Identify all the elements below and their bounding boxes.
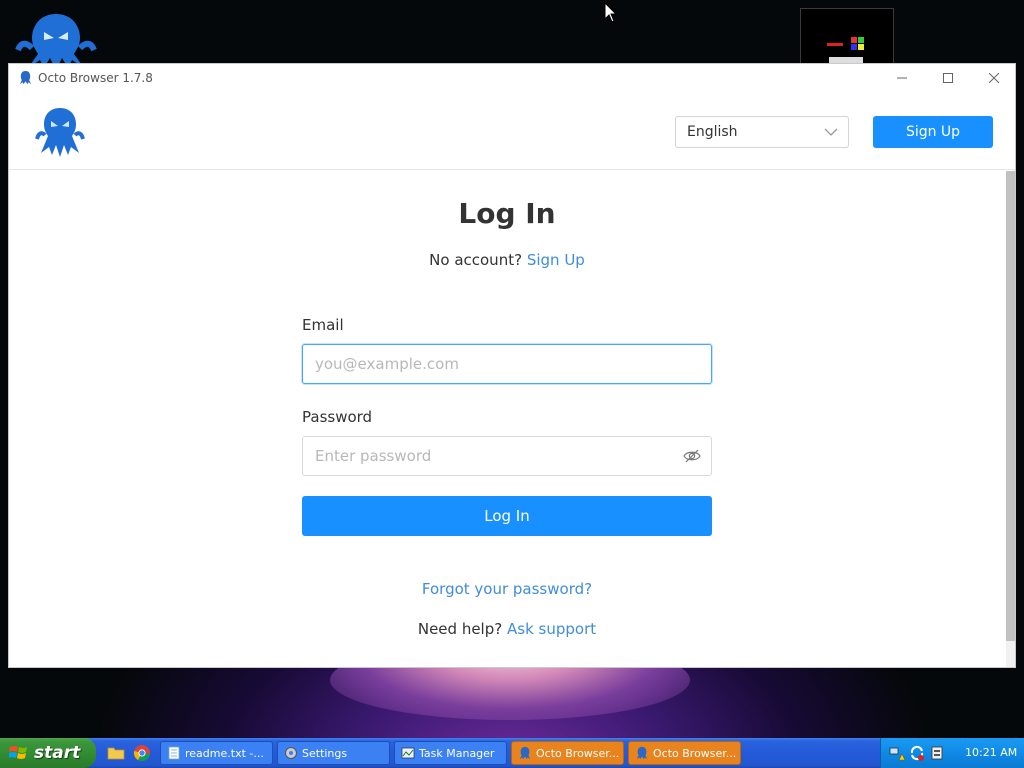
octo-icon <box>636 746 648 760</box>
update-icon[interactable] <box>909 745 925 761</box>
need-help-line: Need help? Ask support <box>9 620 1005 638</box>
sign-up-link[interactable]: Sign Up <box>527 251 585 269</box>
octo-app-icon <box>19 70 32 85</box>
language-select[interactable]: English <box>675 116 849 148</box>
mouse-cursor-icon <box>604 2 618 23</box>
email-label: Email <box>302 316 344 334</box>
network-warning-icon[interactable] <box>889 745 905 761</box>
no-account-line: No account? Sign Up <box>9 251 1005 269</box>
start-button[interactable]: start <box>0 738 96 768</box>
taskbar-item-task-manager[interactable]: Task Manager <box>394 741 507 765</box>
chrome-icon[interactable] <box>133 744 151 762</box>
header-sign-up-button[interactable]: Sign Up <box>873 116 993 148</box>
taskbar-item-label: Octo Browser... <box>536 746 620 760</box>
taskbar-item-label: Task Manager <box>419 746 495 760</box>
octo-icon <box>519 746 531 760</box>
password-field[interactable] <box>302 436 712 476</box>
folder-icon[interactable] <box>107 744 125 762</box>
clock: 10:21 AM <box>965 746 1018 759</box>
gear-icon <box>285 747 297 759</box>
task-manager-icon <box>401 747 415 759</box>
octo-logo-icon <box>35 108 85 157</box>
scrollbar-thumb[interactable] <box>1006 171 1015 641</box>
language-select-value: English <box>687 124 738 140</box>
taskbar-item-octo-browser-1[interactable]: Octo Browser... <box>511 741 624 765</box>
maximize-button[interactable] <box>925 64 971 92</box>
taskbar-item-octo-browser-2[interactable]: Octo Browser... <box>628 741 741 765</box>
start-label: start <box>34 743 81 763</box>
close-button[interactable] <box>971 64 1017 92</box>
password-label: Password <box>302 408 373 426</box>
minimize-button[interactable] <box>879 64 925 92</box>
app-window: Octo Browser 1.7.8 English Sign Up Log I… <box>8 63 1016 668</box>
log-in-button[interactable]: Log In <box>302 496 712 536</box>
taskbar: start readme.txt -... Settings Task Mana <box>0 738 1024 768</box>
content-scrollbar[interactable] <box>1006 171 1015 667</box>
window-title: Octo Browser 1.7.8 <box>38 71 153 85</box>
minimize-icon <box>897 77 907 79</box>
taskbar-item-settings[interactable]: Settings <box>277 741 390 765</box>
taskbar-item-readme[interactable]: readme.txt -... <box>160 741 273 765</box>
system-tray: 10:21 AM <box>880 738 1024 768</box>
taskbar-item-label: Octo Browser... <box>653 746 737 760</box>
ask-support-link[interactable]: Ask support <box>507 620 596 638</box>
title-bar[interactable]: Octo Browser 1.7.8 <box>9 64 1015 92</box>
maximize-icon <box>943 73 953 83</box>
login-form: Log In No account? Sign Up Email Passwor… <box>9 171 1005 667</box>
battery-icon[interactable] <box>929 745 945 761</box>
close-icon <box>989 73 999 83</box>
app-header: English Sign Up <box>9 92 1015 170</box>
windows-logo-icon <box>9 746 27 759</box>
toggle-password-visibility-icon[interactable] <box>683 447 701 465</box>
taskbar-item-label: readme.txt -... <box>185 746 264 760</box>
taskbar-item-label: Settings <box>302 746 348 760</box>
desktop-thumbnail <box>800 8 894 64</box>
notepad-icon <box>168 746 180 760</box>
no-account-text: No account? <box>429 251 523 269</box>
page-title: Log In <box>458 197 556 230</box>
forgot-password-link[interactable]: Forgot your password? <box>422 580 592 598</box>
need-help-text: Need help? <box>417 620 503 638</box>
forgot-password-line: Forgot your password? <box>9 580 1005 598</box>
chevron-down-icon <box>824 128 838 136</box>
octo-desktop-icon[interactable] <box>10 10 102 70</box>
email-field[interactable] <box>302 344 712 384</box>
